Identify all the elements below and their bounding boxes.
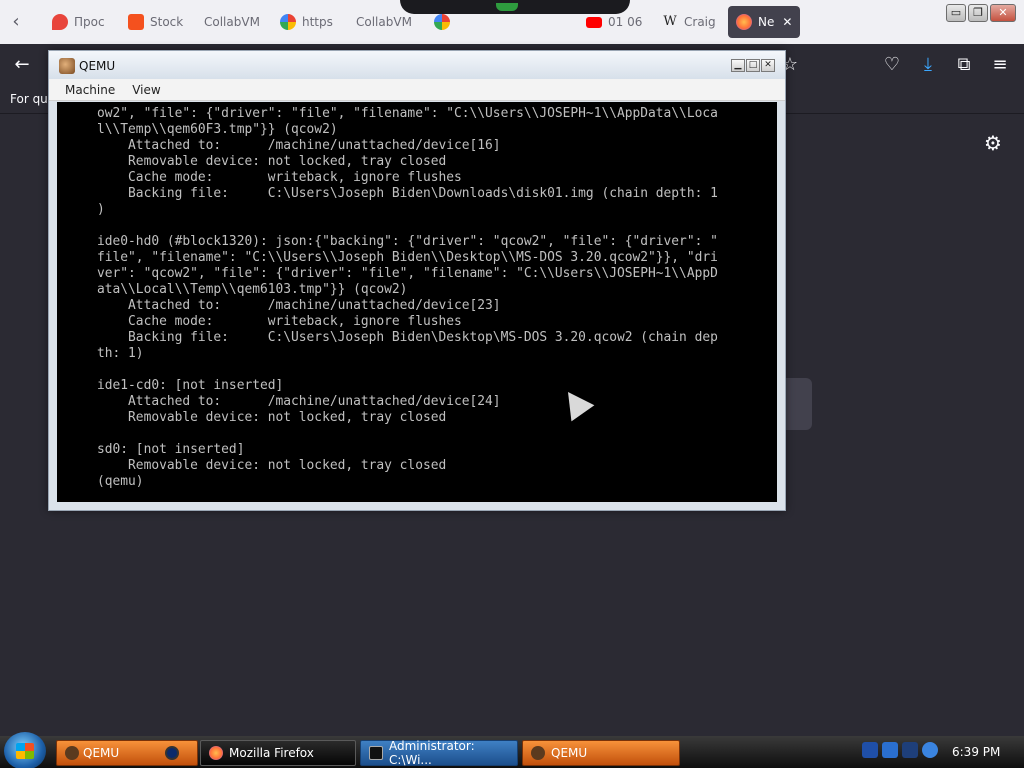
tab-label: Прос	[74, 15, 105, 29]
qemu-app-icon	[65, 746, 79, 760]
qemu-title-bar[interactable]: QEMU ▁ □ ✕	[49, 51, 785, 79]
qemu-minimize-button[interactable]: ▁	[731, 59, 745, 72]
wikipedia-icon: W	[662, 14, 678, 30]
close-button[interactable]: ✕	[990, 4, 1016, 22]
firefox-icon	[209, 746, 223, 760]
menu-icon[interactable]: ≡	[988, 53, 1012, 77]
firefox-icon	[736, 14, 752, 30]
maps-pin-icon	[52, 14, 68, 30]
qemu-close-button[interactable]: ✕	[761, 59, 775, 72]
taskbar-cmd[interactable]: Administrator: C:\Wi...	[360, 739, 518, 767]
taskbar-qemu[interactable]: QEMU	[522, 740, 680, 766]
tab-label: 01 06	[608, 15, 643, 29]
tab-label: Stock	[150, 15, 184, 29]
taskbar-group-label: QEMU	[83, 746, 120, 760]
notch-overlay	[400, 0, 630, 14]
tab-8[interactable]: W Craig	[654, 6, 724, 38]
tab-2[interactable]: Stock	[120, 6, 192, 38]
minimize-button[interactable]: ▭	[946, 4, 966, 22]
tab-label: Craig	[684, 15, 716, 29]
google-icon	[434, 14, 450, 30]
blue-app-icon	[165, 746, 180, 760]
taskbar-clock: 6:39 PM	[952, 745, 1001, 759]
tab-label: Ne	[758, 15, 775, 29]
shield-icon[interactable]	[862, 742, 878, 758]
start-button[interactable]	[4, 732, 46, 768]
qemu-window: QEMU ▁ □ ✕ Machine View ow2", "file": {"…	[48, 50, 786, 511]
display-icon[interactable]	[902, 742, 918, 758]
back-arrow-icon[interactable]: ←	[10, 53, 34, 77]
cmd-icon	[369, 746, 383, 760]
pocket-icon[interactable]: ♡	[880, 53, 904, 77]
tab-label: https	[302, 15, 333, 29]
google-icon	[280, 14, 296, 30]
console-output: ow2", "file": {"driver": "file", "filena…	[97, 106, 718, 489]
tab-label: CollabVM	[204, 15, 260, 29]
taskbar-item-label: Administrator: C:\Wi...	[389, 739, 475, 767]
bookmarks-text[interactable]: For qui	[10, 92, 51, 106]
volume-icon[interactable]	[922, 742, 938, 758]
gear-icon[interactable]: ⚙	[980, 130, 1006, 156]
taskbar-firefox[interactable]: Mozilla Firefox	[200, 740, 356, 766]
taskbar-qemu-group[interactable]: QEMU	[56, 740, 198, 766]
qemu-title: QEMU	[79, 59, 116, 73]
downloads-icon[interactable]: ⤓	[916, 53, 940, 77]
restore-button[interactable]: ❐	[968, 4, 988, 22]
blogger-icon	[128, 14, 144, 30]
windows-logo-icon	[16, 743, 34, 759]
qemu-maximize-button[interactable]: □	[746, 59, 760, 72]
youtube-icon	[586, 16, 602, 28]
tab-active[interactable]: Ne ✕	[728, 6, 800, 38]
tab-scroll-left-icon[interactable]: ‹	[6, 10, 26, 34]
qemu-menubar: Machine View	[49, 79, 785, 101]
system-tray	[862, 742, 938, 758]
network-icon[interactable]	[882, 742, 898, 758]
qemu-app-icon	[59, 58, 75, 74]
taskbar-item-label: QEMU	[551, 746, 588, 760]
tab-4[interactable]: https	[272, 6, 342, 38]
extensions-icon[interactable]: ⧉	[952, 53, 976, 77]
qemu-window-controls: ▁ □ ✕	[731, 59, 775, 72]
browser-tab-bar: ‹ Прос Stock CollabVM https CollabVM 01 …	[0, 0, 1024, 44]
taskbar: QEMU Mozilla Firefox Administrator: C:\W…	[0, 732, 1024, 768]
qemu-app-icon	[531, 746, 545, 760]
tab-1[interactable]: Прос	[44, 6, 114, 38]
qemu-monitor-console[interactable]: ow2", "file": {"driver": "file", "filena…	[57, 102, 777, 502]
taskbar-item-label: Mozilla Firefox	[229, 746, 314, 760]
tab-label: CollabVM	[356, 15, 412, 29]
close-tab-icon[interactable]: ✕	[782, 15, 792, 29]
menu-machine[interactable]: Machine	[57, 79, 124, 100]
tab-3[interactable]: CollabVM	[196, 6, 268, 38]
window-controls: ▭ ❐ ✕	[946, 4, 1016, 22]
menu-view[interactable]: View	[124, 79, 169, 100]
